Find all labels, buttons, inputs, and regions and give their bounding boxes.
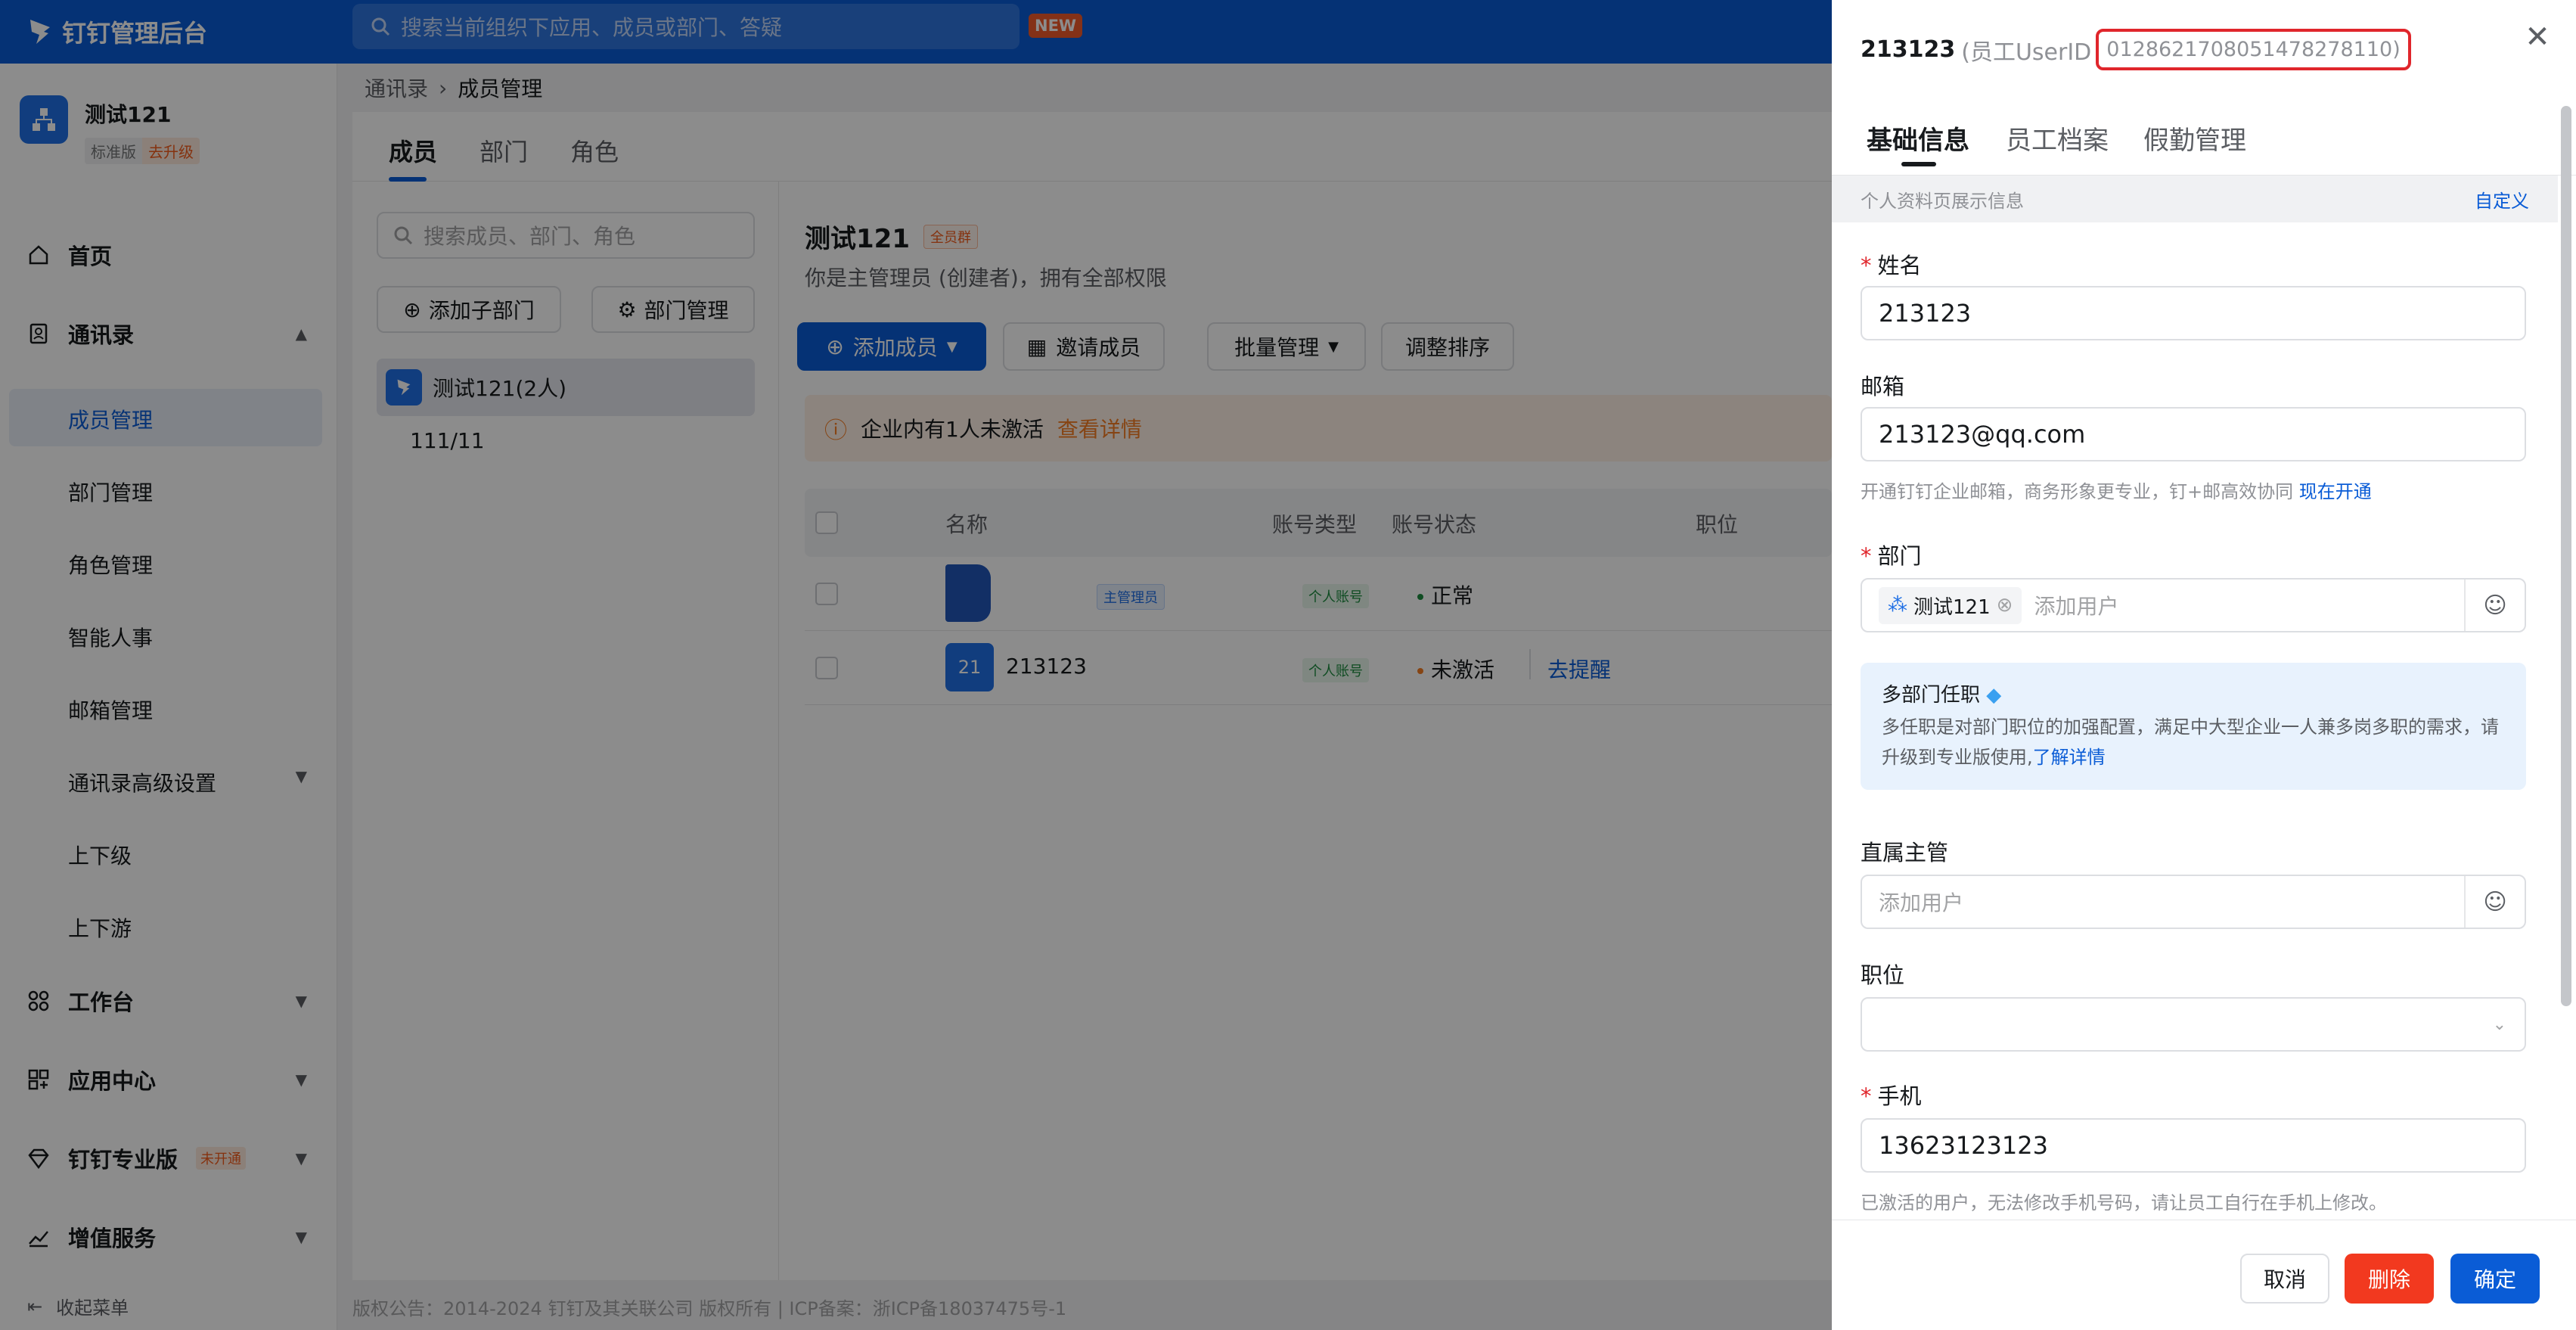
userid-label: (员工UserID xyxy=(1961,39,2092,66)
multi-dept-title: 多部门任职 ◆ xyxy=(1882,684,2002,707)
customize-link[interactable]: 自定义 xyxy=(2475,186,2529,213)
cancel-button[interactable]: 取消 xyxy=(2240,1254,2329,1304)
phone-field[interactable]: 13623123123 xyxy=(1861,1118,2526,1173)
name-field[interactable]: 213123 xyxy=(1861,286,2526,340)
diamond-icon: ◆ xyxy=(1986,684,2002,707)
phone-hint: 已激活的用户，无法修改手机号码，请让员工自行在手机上修改。 xyxy=(1861,1192,2387,1213)
modal-overlay[interactable] xyxy=(0,0,1832,1330)
position-select[interactable]: ⌄ xyxy=(1861,997,2526,1052)
tab-leave-attendance[interactable]: 假勤管理 xyxy=(2143,120,2246,157)
required-mark: * xyxy=(1861,543,1872,569)
user-picker-icon[interactable]: ☺ xyxy=(2464,876,2525,928)
userid-value: 012862170805147827811​0) xyxy=(2096,29,2411,70)
tab-active-indicator xyxy=(1901,162,1936,166)
manager-field-label: 直属主管 xyxy=(1861,840,1949,865)
app-root: 钉钉管理后台 搜索当前组织下应用、成员或部门、答疑 NEW 测试121 标准版 … xyxy=(0,0,2576,1330)
dept-tag: ⁂ 测试121 ⊗ xyxy=(1879,586,2022,624)
email-hint: 开通钉钉企业邮箱，商务形象更专业，钉+邮高效协同 现在开通 xyxy=(1861,481,2372,502)
required-mark: * xyxy=(1861,253,1872,278)
confirm-button[interactable]: 确定 xyxy=(2450,1254,2540,1304)
manager-placeholder: 添加用户 xyxy=(1879,890,1964,915)
dept-field-label: * 部门 xyxy=(1861,543,1922,569)
email-field-label: 邮箱 xyxy=(1861,374,1905,399)
multi-dept-promo: 多部门任职 ◆ 多任职是对部门职位的加强配置，满足中大型企业一人兼多岗多职的需求… xyxy=(1861,663,2526,790)
email-field[interactable]: 213123@qq.com xyxy=(1861,407,2526,461)
phone-field-label: * 手机 xyxy=(1861,1083,1922,1109)
learn-more-link[interactable]: 了解详情 xyxy=(2033,747,2106,768)
dept-add-placeholder: 添加用户 xyxy=(2034,594,2119,619)
drawer-tabs: 基础信息 员工档案 假勤管理 xyxy=(1832,100,2576,176)
multi-dept-desc: 多任职是对部门职位的加强配置，满足中大型企业一人兼多岗多职的需求，请升级到专业版… xyxy=(1882,716,2499,768)
member-edit-drawer: 213123 (员工UserID 012862170805147827811​0… xyxy=(1832,0,2576,1330)
close-icon[interactable]: ✕ xyxy=(2519,18,2556,56)
drawer-member-name: 213123 xyxy=(1861,36,1956,63)
drawer-header: 213123 (员工UserID 012862170805147827811​0… xyxy=(1861,29,2411,70)
dept-tree-icon: ⁂ xyxy=(1888,594,1907,617)
delete-button[interactable]: 删除 xyxy=(2345,1254,2434,1304)
manager-field[interactable]: 添加用户 ☺ xyxy=(1861,875,2526,929)
position-field-label: 职位 xyxy=(1861,962,1905,988)
drawer-scrollbar[interactable] xyxy=(2561,106,2571,1006)
profile-section-header: 个人资料页展示信息 自定义 xyxy=(1832,176,2558,222)
dept-field[interactable]: ⁂ 测试121 ⊗ 添加用户 ☺ xyxy=(1861,578,2526,632)
user-picker-icon[interactable]: ☺ xyxy=(2464,580,2525,631)
drawer-footer: 取消 删除 确定 xyxy=(1832,1220,2576,1330)
tab-basic-info[interactable]: 基础信息 xyxy=(1867,120,1969,157)
tab-employee-file[interactable]: 员工档案 xyxy=(2006,120,2109,157)
required-mark: * xyxy=(1861,1083,1872,1109)
open-email-link[interactable]: 现在开通 xyxy=(2299,481,2372,502)
profile-section-title: 个人资料页展示信息 xyxy=(1861,190,2024,212)
remove-tag-icon[interactable]: ⊗ xyxy=(1997,594,2013,617)
name-field-label: * 姓名 xyxy=(1861,253,1922,278)
chevron-down-icon: ⌄ xyxy=(2492,1015,2506,1034)
